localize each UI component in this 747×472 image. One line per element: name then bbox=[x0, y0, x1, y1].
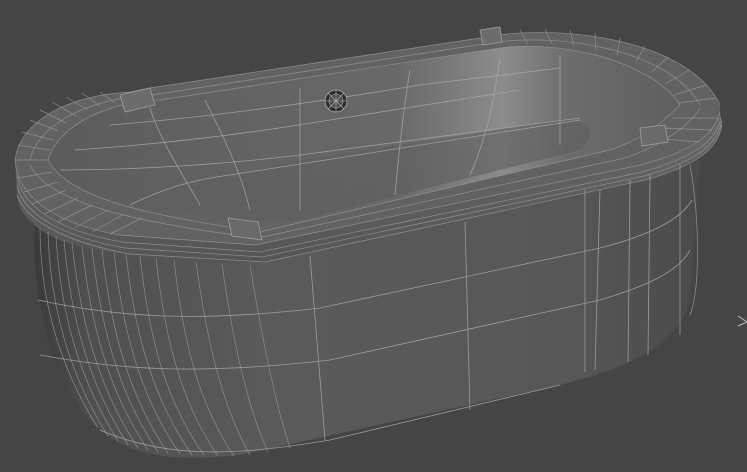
rim-block-right bbox=[639, 124, 669, 147]
viewport-marker-icon bbox=[737, 315, 747, 327]
bathtub-model[interactable] bbox=[0, 0, 747, 472]
3d-viewport[interactable] bbox=[0, 0, 747, 472]
rim-block-back bbox=[479, 26, 503, 46]
drain-overflow-icon bbox=[324, 89, 348, 113]
